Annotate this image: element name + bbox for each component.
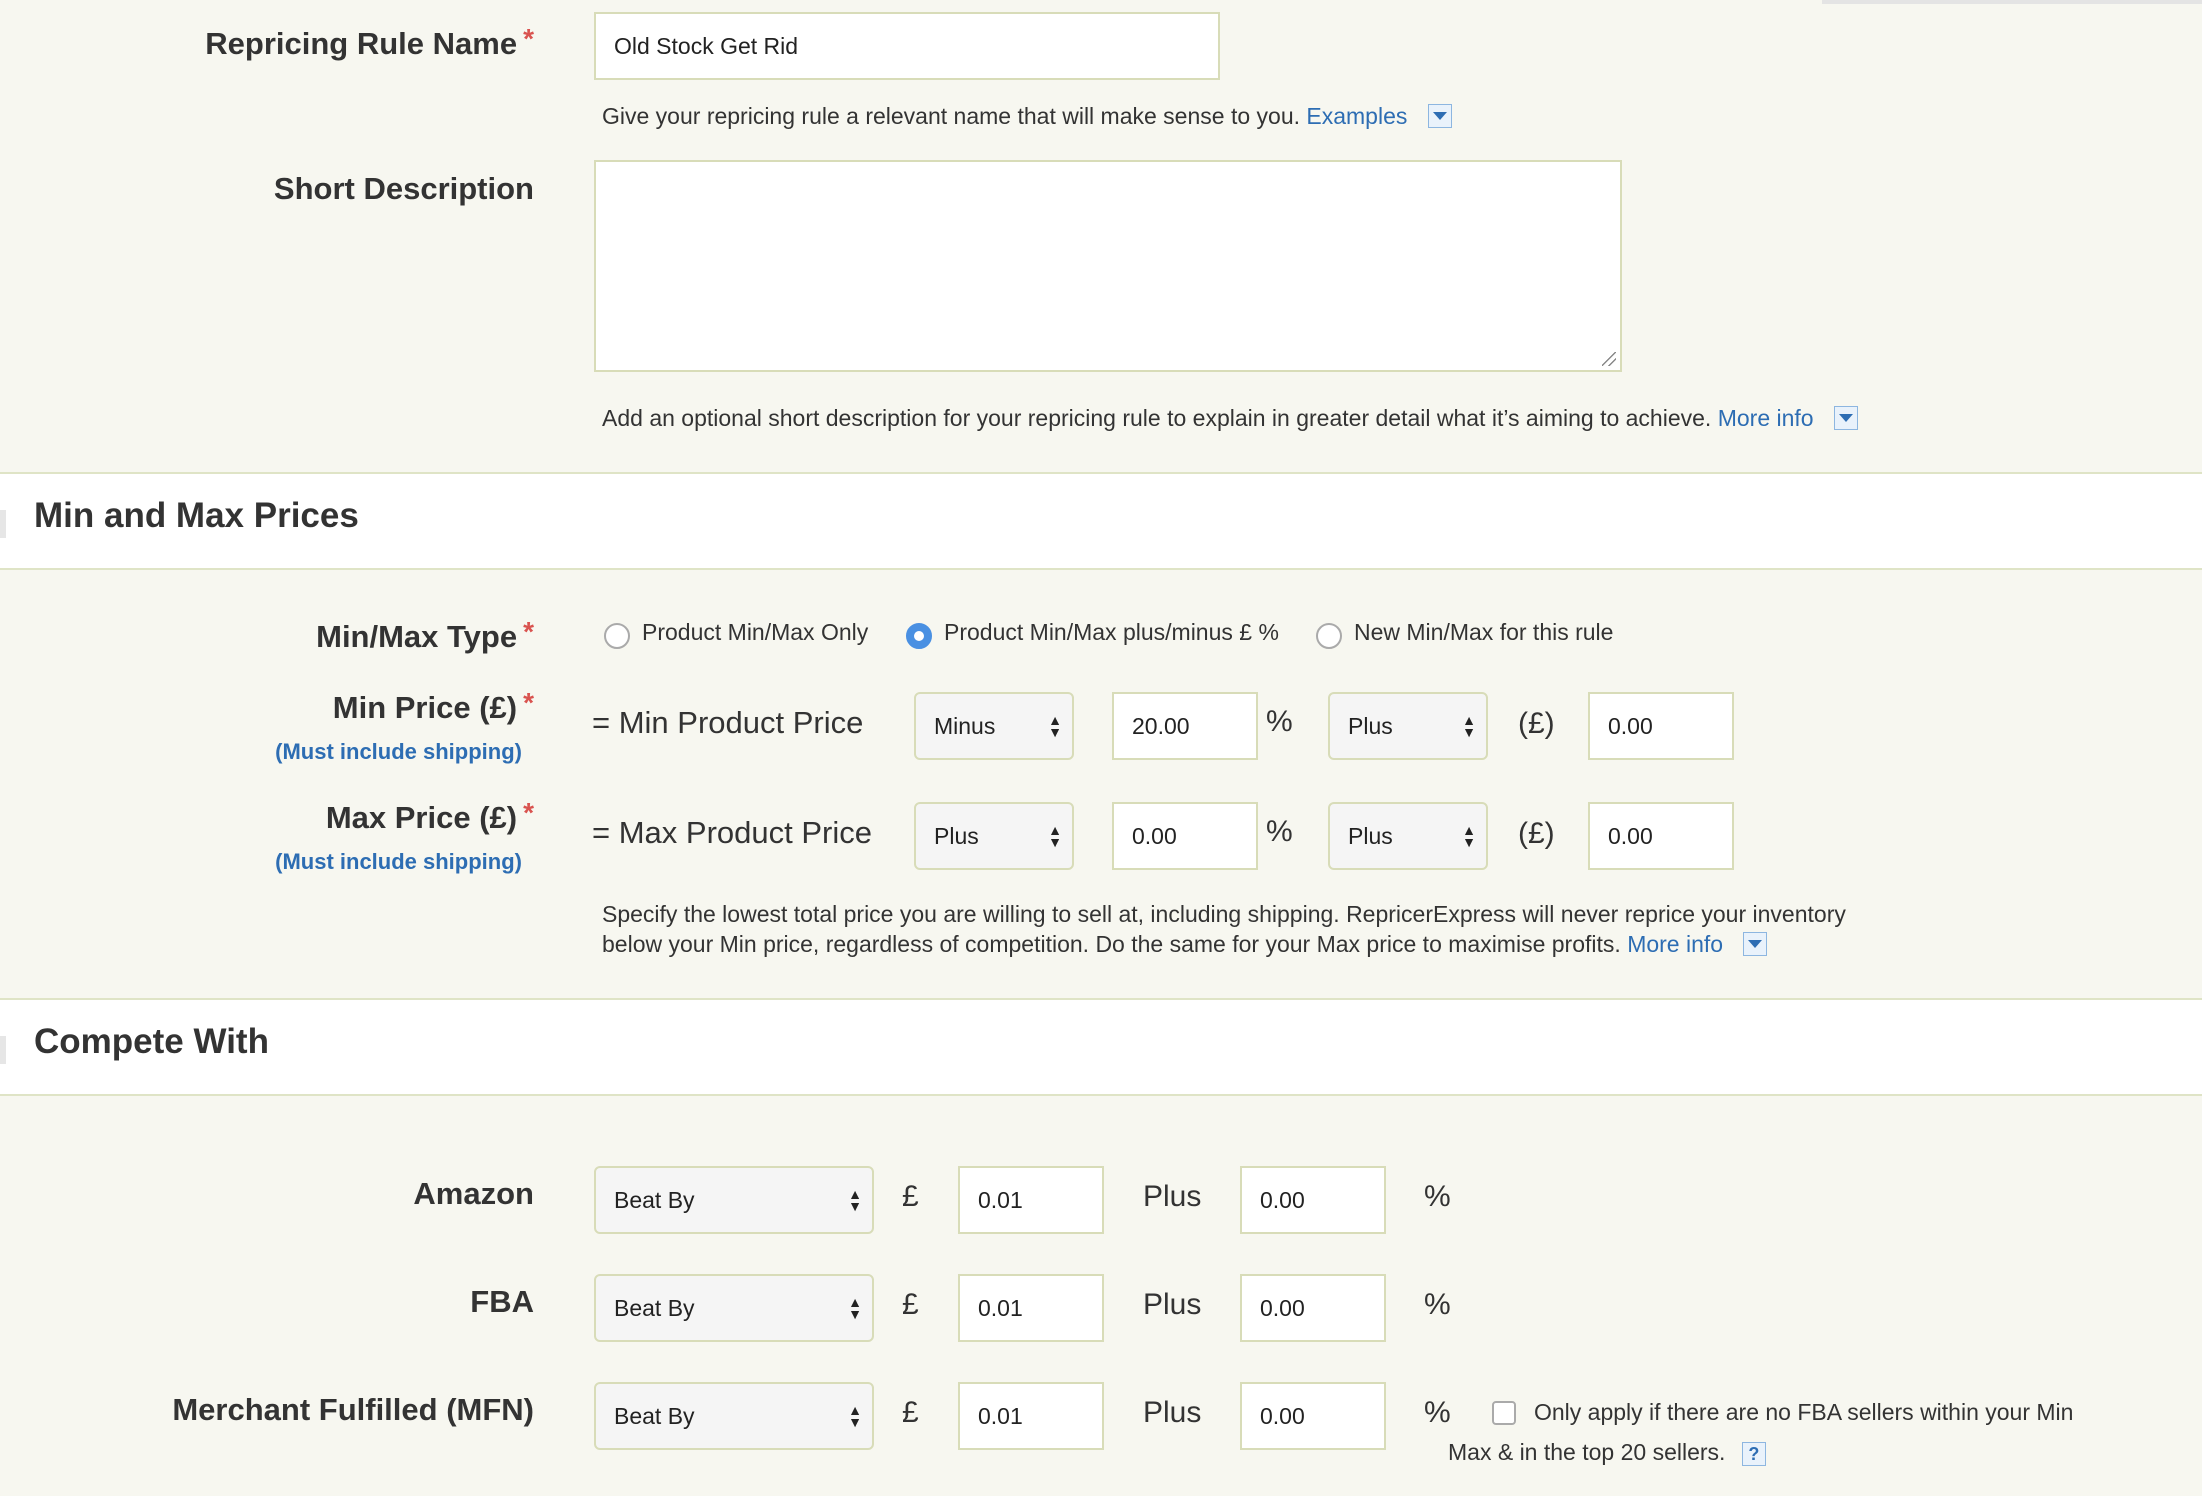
select-arrows-icon: ▲ ▼ xyxy=(848,1186,862,1214)
select-arrows-icon: ▲ ▼ xyxy=(848,1294,862,1322)
min-price-percent-input[interactable]: 20.00 xyxy=(1112,692,1258,760)
fba-percent-input[interactable]: 0.00 xyxy=(1240,1274,1386,1342)
section-edge xyxy=(0,1036,6,1064)
min-price-operator-select[interactable]: Minus ▲ ▼ xyxy=(914,692,1074,760)
select-value: Beat By xyxy=(614,1186,695,1213)
input-value: 0.00 xyxy=(1260,1402,1305,1429)
input-value: 20.00 xyxy=(1132,712,1190,739)
select-value: Plus xyxy=(1348,822,1393,849)
fba-mode-select[interactable]: Beat By ▲ ▼ xyxy=(594,1274,874,1342)
select-value: Minus xyxy=(934,712,996,739)
more-info-link[interactable]: More info xyxy=(1627,931,1723,957)
no-fba-sellers-checkbox[interactable] xyxy=(1492,1401,1516,1425)
pound-symbol: £ xyxy=(902,1180,919,1213)
max-product-price-label: = Max Product Price xyxy=(592,815,872,850)
min-price-label: Min Price (£) * xyxy=(332,687,534,725)
fba-label: FBA xyxy=(470,1284,534,1319)
amazon-label: Amazon xyxy=(413,1176,534,1211)
select-value: Beat By xyxy=(614,1402,695,1429)
mfn-percent-input[interactable]: 0.00 xyxy=(1240,1382,1386,1450)
select-arrows-icon: ▲ ▼ xyxy=(848,1402,862,1430)
amazon-amount-input[interactable]: 0.01 xyxy=(958,1166,1104,1234)
short-description-textarea[interactable] xyxy=(594,160,1622,372)
radio-product-min-max-only[interactable] xyxy=(604,623,630,649)
radio-product-min-max-plus-minus[interactable] xyxy=(906,623,932,649)
max-price-amount-operator-select[interactable]: Plus ▲ ▼ xyxy=(1328,802,1488,870)
short-description-label: Short Description xyxy=(273,171,534,206)
max-price-amount-input[interactable]: 0.00 xyxy=(1588,802,1734,870)
section-title: Compete With xyxy=(34,1022,269,1061)
input-value: 0.00 xyxy=(1260,1294,1305,1321)
dropdown-arrow-icon[interactable] xyxy=(1833,405,1858,430)
plus-label: Plus xyxy=(1143,1180,1202,1213)
min-max-section-header: Min and Max Prices xyxy=(0,472,2202,570)
resize-handle-icon[interactable] xyxy=(1602,352,1616,366)
max-price-label: Max Price (£) * xyxy=(325,797,534,835)
section-title: Min and Max Prices xyxy=(34,496,359,535)
min-max-help-line1: Specify the lowest total price you are w… xyxy=(602,901,1846,927)
rule-name-label: Repricing Rule Name * xyxy=(205,23,534,61)
select-arrows-icon: ▲ ▼ xyxy=(1462,822,1476,850)
max-price-shipping-note: (Must include shipping) xyxy=(275,849,522,874)
select-value: Beat By xyxy=(614,1294,695,1321)
input-value: 0.00 xyxy=(1608,712,1653,739)
percent-symbol: % xyxy=(1266,705,1293,738)
dropdown-arrow-icon[interactable] xyxy=(1427,103,1452,128)
select-value: Plus xyxy=(1348,712,1393,739)
rule-name-help: Give your repricing rule a relevant name… xyxy=(602,101,1452,131)
input-value: 0.01 xyxy=(978,1186,1023,1213)
input-value: 0.01 xyxy=(978,1294,1023,1321)
mfn-amount-input[interactable]: 0.01 xyxy=(958,1382,1104,1450)
plus-label: Plus xyxy=(1143,1396,1202,1429)
min-max-help-line2: below your Min price, regardless of comp… xyxy=(602,929,1768,959)
pound-symbol: (£) xyxy=(1518,707,1555,740)
percent-symbol: % xyxy=(1424,1396,1451,1429)
percent-symbol: % xyxy=(1424,1180,1451,1213)
input-value: 0.00 xyxy=(1608,822,1653,849)
amazon-mode-select[interactable]: Beat By ▲ ▼ xyxy=(594,1166,874,1234)
radio-label: Product Min/Max Only xyxy=(642,619,869,645)
select-arrows-icon: ▲ ▼ xyxy=(1048,822,1062,850)
help-question-icon[interactable]: ? xyxy=(1741,1441,1766,1466)
rule-name-value: Old Stock Get Rid xyxy=(614,32,799,59)
radio-label: New Min/Max for this rule xyxy=(1354,619,1614,645)
section-edge xyxy=(0,510,6,538)
min-price-amount-operator-select[interactable]: Plus ▲ ▼ xyxy=(1328,692,1488,760)
compete-with-section-header: Compete With xyxy=(0,998,2202,1096)
pound-symbol: (£) xyxy=(1518,817,1555,850)
min-price-amount-input[interactable]: 0.00 xyxy=(1588,692,1734,760)
pound-symbol: £ xyxy=(902,1288,919,1321)
short-description-help: Add an optional short description for yo… xyxy=(602,403,1858,433)
percent-symbol: % xyxy=(1424,1288,1451,1321)
input-value: 0.01 xyxy=(978,1402,1023,1429)
max-price-percent-input[interactable]: 0.00 xyxy=(1112,802,1258,870)
radio-label: Product Min/Max plus/minus £ % xyxy=(944,619,1279,645)
input-value: 0.00 xyxy=(1132,822,1177,849)
more-info-link[interactable]: More info xyxy=(1718,405,1814,431)
fba-amount-input[interactable]: 0.01 xyxy=(958,1274,1104,1342)
percent-symbol: % xyxy=(1266,815,1293,848)
min-product-price-label: = Min Product Price xyxy=(592,705,864,740)
select-arrows-icon: ▲ ▼ xyxy=(1048,712,1062,740)
radio-new-min-max[interactable] xyxy=(1316,623,1342,649)
mfn-option-line1: Only apply if there are no FBA sellers w… xyxy=(1534,1399,2074,1425)
examples-link[interactable]: Examples xyxy=(1306,103,1407,129)
pound-symbol: £ xyxy=(902,1396,919,1429)
input-value: 0.00 xyxy=(1260,1186,1305,1213)
mfn-mode-select[interactable]: Beat By ▲ ▼ xyxy=(594,1382,874,1450)
mfn-option-line2: Max & in the top 20 sellers. ? xyxy=(1448,1437,1766,1467)
dropdown-arrow-icon[interactable] xyxy=(1743,931,1768,956)
rule-name-input[interactable]: Old Stock Get Rid xyxy=(594,12,1220,80)
min-max-type-label: Min/Max Type * xyxy=(316,616,534,654)
mfn-label: Merchant Fulfilled (MFN) xyxy=(172,1392,534,1427)
min-price-shipping-note: (Must include shipping) xyxy=(275,739,522,764)
max-price-operator-select[interactable]: Plus ▲ ▼ xyxy=(914,802,1074,870)
amazon-percent-input[interactable]: 0.00 xyxy=(1240,1166,1386,1234)
top-edge-shadow xyxy=(1822,0,2202,4)
select-arrows-icon: ▲ ▼ xyxy=(1462,712,1476,740)
plus-label: Plus xyxy=(1143,1288,1202,1321)
select-value: Plus xyxy=(934,822,979,849)
